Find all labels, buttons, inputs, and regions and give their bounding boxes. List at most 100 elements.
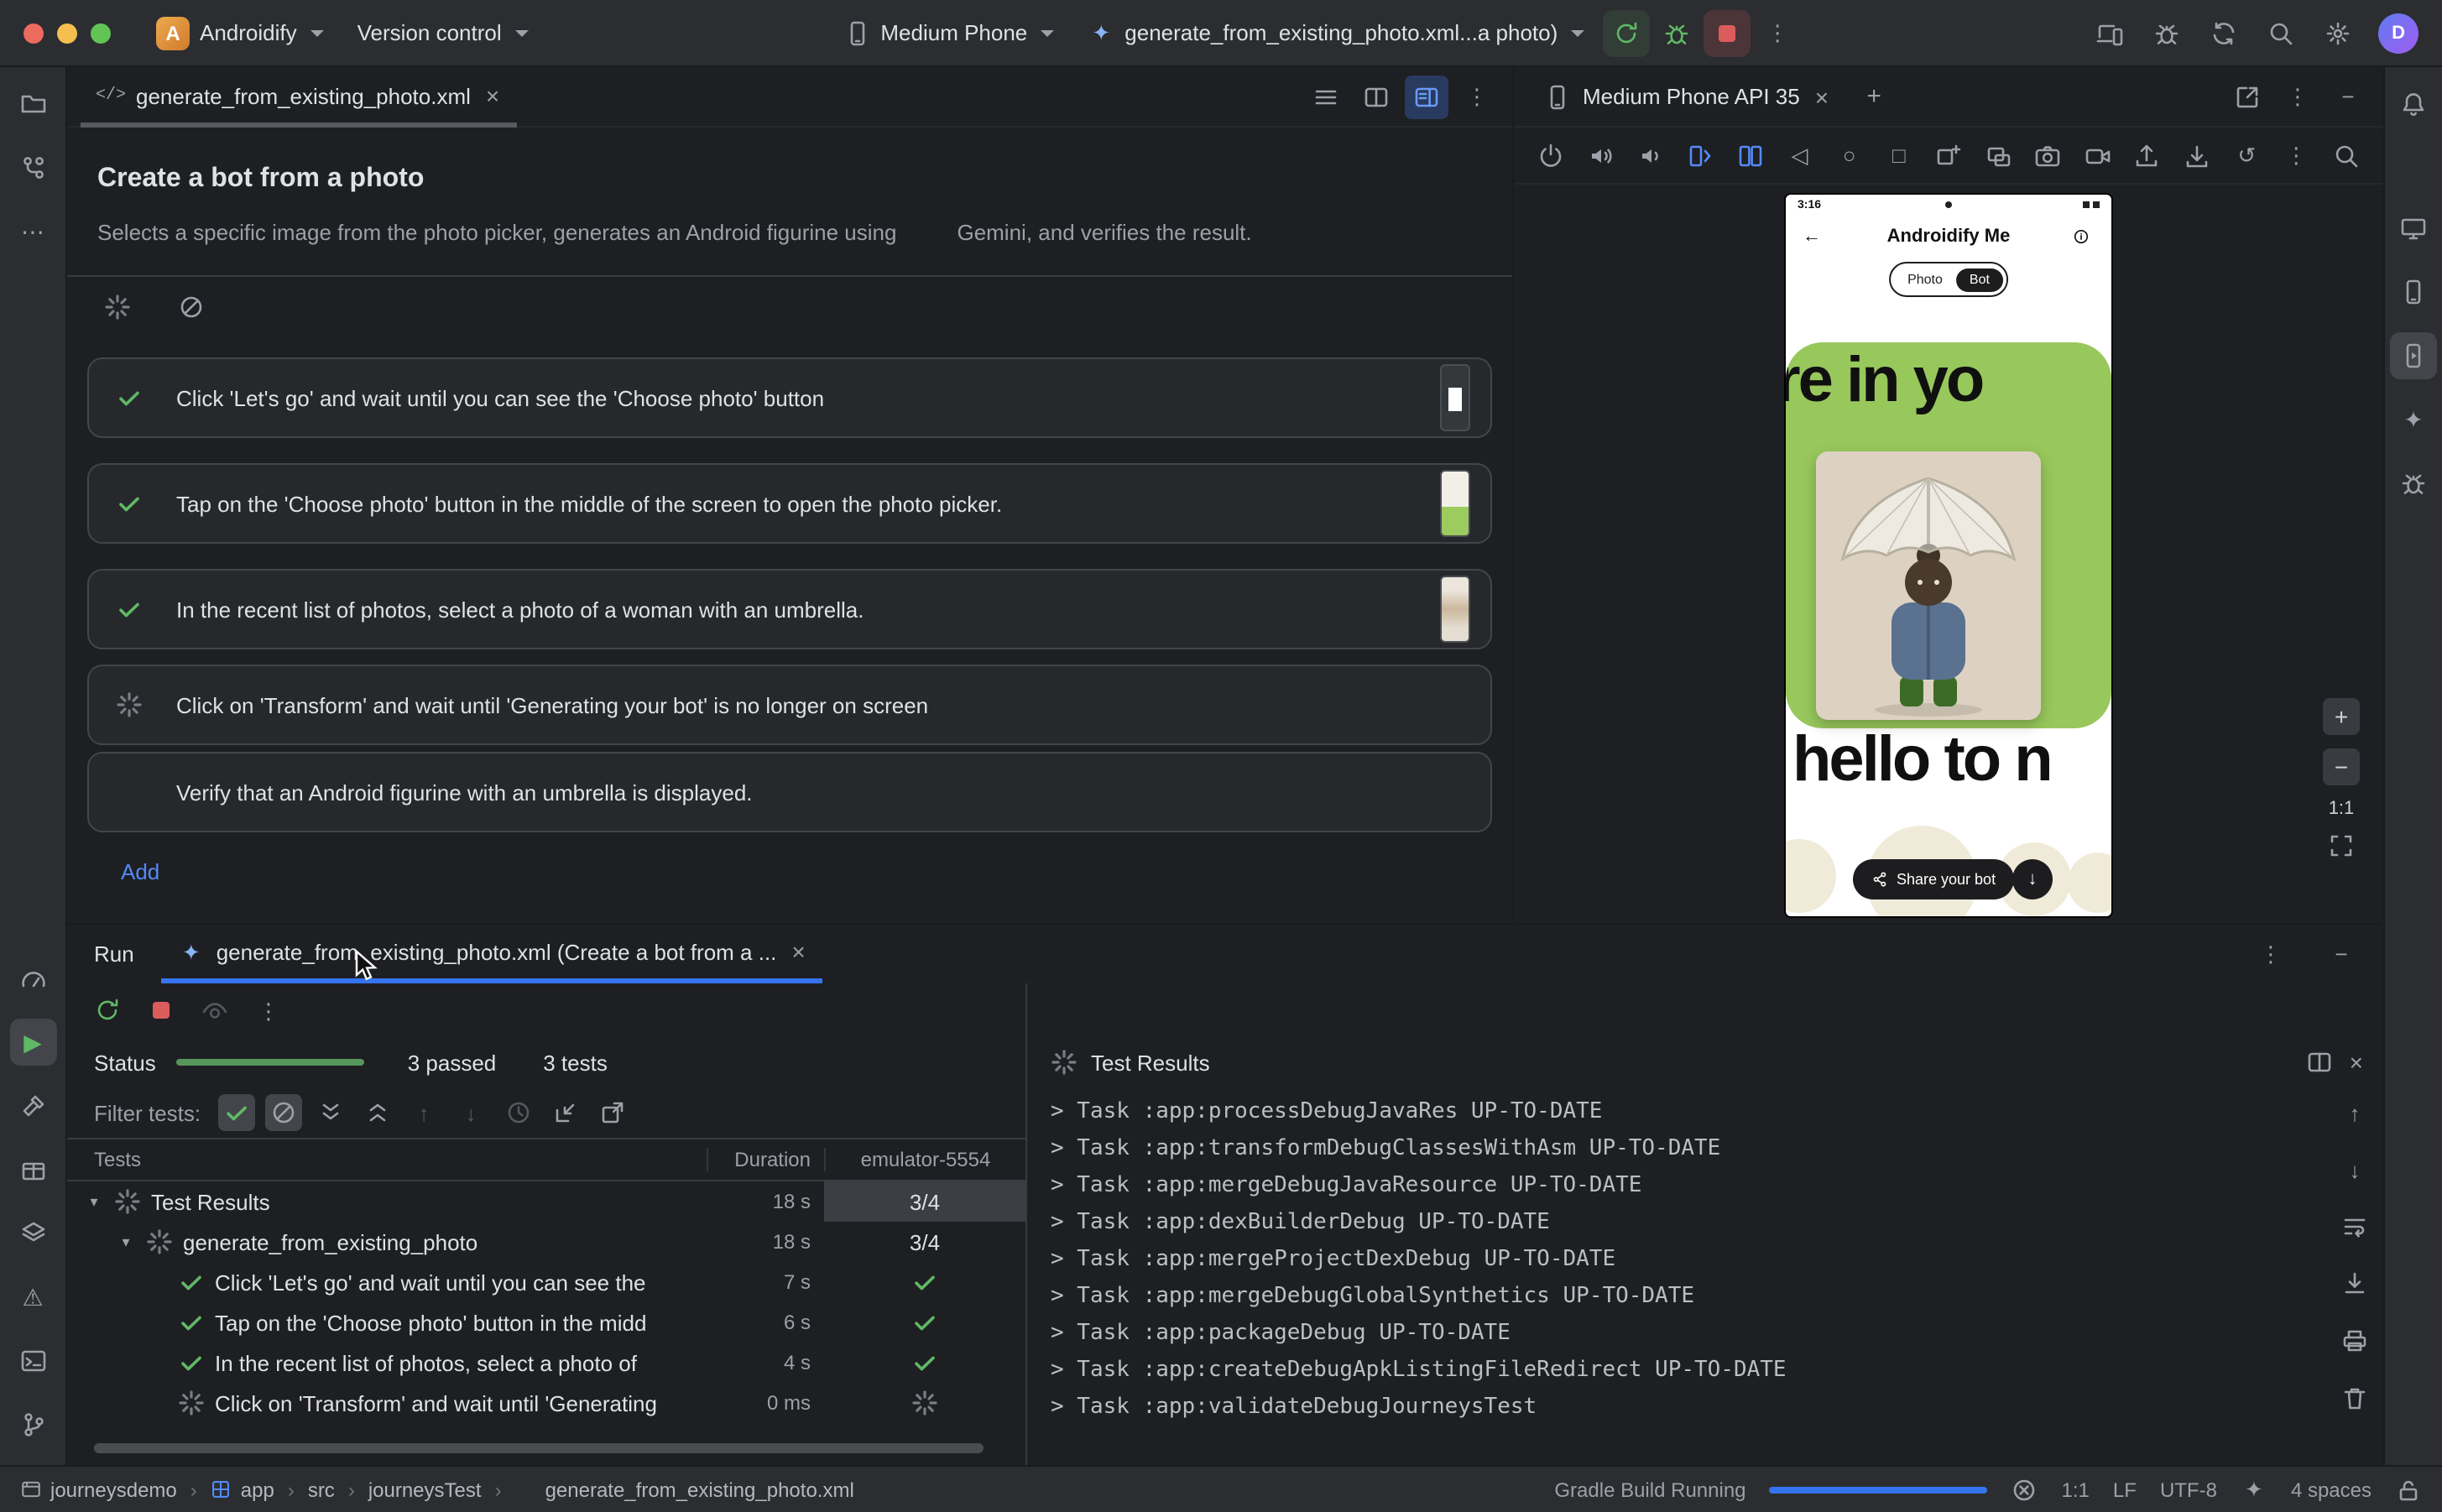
test-tree-row[interactable]: Click 'Let's go' and wait until you can … — [67, 1262, 1025, 1302]
settings-button[interactable] — [2314, 9, 2361, 56]
run-window-options-button[interactable]: ⋮ — [2249, 932, 2293, 976]
profile-debug-button[interactable] — [2143, 9, 2190, 56]
import-test-results-button[interactable] — [546, 1094, 583, 1131]
vol-up-button[interactable] — [1584, 135, 1618, 175]
journey-step[interactable]: In the recent list of photos, select a p… — [87, 569, 1492, 649]
close-console-icon[interactable]: × — [2350, 1051, 2363, 1074]
console-scroll-end-button[interactable] — [2336, 1265, 2373, 1302]
editor-options-button[interactable]: ⋮ — [1455, 75, 1499, 118]
stop-tests-icon[interactable] — [148, 997, 175, 1024]
device-selector[interactable]: Medium Phone — [828, 13, 1069, 53]
console-arrow-up-button[interactable]: ↑ — [2336, 1094, 2373, 1131]
test-tree-row[interactable]: In the recent list of photos, select a p… — [67, 1343, 1025, 1383]
power-button[interactable] — [1534, 135, 1568, 175]
console-print-button[interactable] — [2336, 1322, 2373, 1359]
hide-device-panel-button[interactable]: − — [2326, 75, 2370, 118]
breadcrumb-item[interactable]: app — [211, 1478, 274, 1501]
fullscreen-window-button[interactable] — [91, 23, 111, 43]
device-manager-button[interactable] — [2390, 269, 2437, 315]
journey-step[interactable]: Click on 'Transform' and wait until 'Gen… — [87, 665, 1492, 745]
hide-run-window-button[interactable]: − — [2319, 932, 2363, 976]
close-tab-icon[interactable]: × — [486, 84, 499, 107]
rerun-tests-icon[interactable] — [94, 997, 121, 1024]
collapse-all-button[interactable] — [358, 1094, 395, 1131]
build-variants-button[interactable] — [9, 1146, 56, 1193]
stop-run-icon[interactable] — [178, 294, 205, 321]
video-button[interactable] — [2080, 135, 2115, 175]
upload-button[interactable] — [2130, 135, 2164, 175]
run-tab[interactable]: ✦ generate_from_existing_photo.xml (Crea… — [161, 925, 822, 983]
more-run-options-button[interactable]: ⋮ — [1754, 9, 1801, 56]
terminal-button[interactable] — [9, 1337, 56, 1384]
horizontal-scrollbar[interactable] — [94, 1443, 984, 1453]
run-button[interactable]: ▶ — [9, 1019, 56, 1066]
breadcrumb-item[interactable]: journeysTest — [368, 1478, 482, 1501]
breadcrumb-item[interactable]: generate_from_existing_photo.xml — [515, 1478, 854, 1501]
breadcrumb-item[interactable]: src — [308, 1478, 335, 1501]
back-button[interactable]: ◁ — [1782, 135, 1817, 175]
zoom-out-button[interactable]: − — [2323, 748, 2360, 785]
project-selector[interactable]: A Androidify — [141, 9, 339, 56]
run-configuration-selector[interactable]: ✦ generate_from_existing_photo.xml...a p… — [1072, 13, 1599, 53]
lock-icon[interactable] — [2395, 1476, 2422, 1503]
photo-bot-toggle[interactable]: Photo Bot — [1889, 262, 2008, 297]
toggle-photo-option[interactable]: Photo — [1894, 268, 1956, 291]
toggle-bot-option[interactable]: Bot — [1956, 268, 2003, 291]
console-trash-button[interactable] — [2336, 1379, 2373, 1416]
console-output[interactable]: > Task :app:processDebugJavaRes UP-TO-DA… — [1027, 1087, 2383, 1465]
app-quality-insights-button[interactable] — [2390, 460, 2437, 507]
sync-button[interactable] — [2200, 9, 2247, 56]
emulator-screen[interactable]: 3:16 Androidify Me ← Photo — [1786, 195, 2111, 916]
step-screenshot-thumbnail[interactable] — [1440, 364, 1470, 431]
journey-step[interactable]: Verify that an Android figurine with an … — [87, 752, 1492, 832]
ai-sparkle-icon[interactable]: ✦ — [2241, 1476, 2267, 1503]
test-tree-row[interactable]: ▾generate_from_existing_photo18 s3/4 — [67, 1222, 1025, 1262]
tests-column-header[interactable]: Tests — [67, 1148, 707, 1171]
build-button[interactable] — [9, 1082, 56, 1129]
home-button[interactable]: ○ — [1832, 135, 1866, 175]
line-ending-indicator[interactable]: LF — [2113, 1478, 2137, 1501]
add-step-link[interactable]: Add — [121, 859, 1495, 884]
breadcrumb-item[interactable]: journeysdemo — [20, 1478, 177, 1501]
step-screenshot-thumbnail[interactable] — [1440, 470, 1470, 537]
device-tab[interactable]: Medium Phone API 35 × — [1527, 66, 1845, 127]
list-view-button[interactable] — [1304, 75, 1348, 118]
vol-down-button[interactable] — [1633, 135, 1667, 175]
test-tree-row[interactable]: Tap on the 'Choose photo' button in the … — [67, 1302, 1025, 1343]
rerun-button[interactable] — [1603, 9, 1650, 56]
minimize-window-button[interactable] — [57, 23, 77, 43]
journey-step[interactable]: Click 'Let's go' and wait until you can … — [87, 357, 1492, 438]
duration-column-header[interactable]: Duration — [707, 1148, 824, 1171]
search-button[interactable] — [2329, 135, 2363, 175]
problems-button[interactable]: ⚠ — [9, 1274, 56, 1321]
snap-add-button[interactable] — [1932, 135, 1966, 175]
search-everywhere-button[interactable] — [2257, 9, 2304, 56]
fold-button[interactable] — [1683, 135, 1718, 175]
step-screenshot-thumbnail[interactable] — [1440, 576, 1470, 643]
snap-box-button[interactable] — [1981, 135, 2016, 175]
expand-all-button[interactable] — [311, 1094, 348, 1131]
split-console-icon[interactable] — [2306, 1049, 2333, 1076]
gemini-button[interactable]: ✦ — [2390, 396, 2437, 443]
watch-options-icon[interactable] — [201, 997, 228, 1024]
share-your-bot-button[interactable]: Share your bot — [1853, 859, 2014, 899]
download-bot-button[interactable]: ↓ — [2012, 859, 2053, 899]
device-streaming-button[interactable] — [2390, 205, 2437, 252]
design-view-button[interactable] — [1405, 75, 1448, 118]
new-device-tab-button[interactable]: + — [1852, 75, 1896, 118]
encoding-indicator[interactable]: UTF-8 — [2160, 1478, 2217, 1501]
user-avatar[interactable]: D — [2378, 13, 2419, 53]
expand-chevron-icon[interactable]: ▾ — [116, 1233, 136, 1251]
journey-step[interactable]: Tap on the 'Choose photo' button in the … — [87, 463, 1492, 544]
zoom-in-button[interactable]: + — [2323, 698, 2360, 735]
zoom-level-label[interactable]: 1:1 — [2329, 799, 2355, 819]
debug-button[interactable] — [1653, 9, 1700, 56]
editor-tab[interactable]: </> generate_from_existing_photo.xml × — [81, 66, 516, 127]
test-tree-row[interactable]: ▾Test Results18 s3/4 — [67, 1181, 1025, 1222]
camera-button[interactable] — [2031, 135, 2065, 175]
commit-button[interactable] — [9, 144, 56, 191]
more-tool-windows-button[interactable]: ⋯ — [9, 208, 56, 255]
expand-chevron-icon[interactable]: ▾ — [84, 1192, 104, 1211]
close-tab-icon[interactable]: × — [791, 940, 805, 963]
open-in-window-button[interactable] — [2225, 75, 2269, 118]
